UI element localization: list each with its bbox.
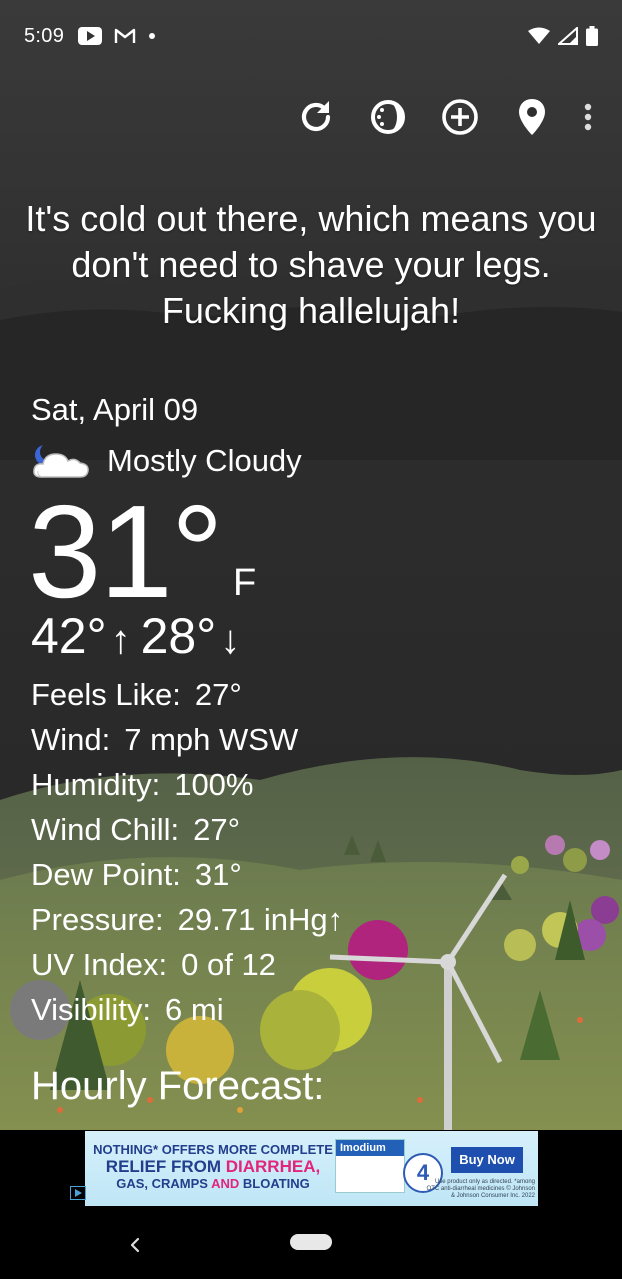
battery-icon xyxy=(586,26,598,46)
stat-value: 31° xyxy=(194,857,242,892)
ad-product-image: Imodium xyxy=(335,1139,405,1193)
stat-value: 100% xyxy=(174,767,254,802)
stat-label: Wind: xyxy=(31,722,111,757)
stat-wind-chill: Wind Chill: 27° xyxy=(31,807,343,852)
status-bar: 5:09 xyxy=(0,0,622,72)
weather-stats: Feels Like: 27° Wind: 7 mph WSW Humidity: 1… xyxy=(31,672,343,1032)
ad-line-1: NOTHING* OFFERS MORE COMPLETE xyxy=(93,1142,333,1157)
status-notification-icons xyxy=(78,27,156,45)
refresh-icon xyxy=(301,101,331,132)
stat-visibility: Visibility: 6 mi xyxy=(31,987,343,1032)
stat-label: Wind Chill: xyxy=(31,812,180,847)
stat-label: Visibility: xyxy=(31,992,152,1027)
ad-choices-icon[interactable] xyxy=(70,1186,86,1200)
ad-line-2b: DIARRHEA, xyxy=(225,1157,321,1176)
more-options-button[interactable] xyxy=(568,88,608,146)
stat-label: Dew Point: xyxy=(31,857,181,892)
dot-icon xyxy=(149,33,156,39)
low-arrow: ↓ xyxy=(220,618,241,662)
stat-uv-index: UV Index: 0 of 12 xyxy=(31,942,343,987)
toolbar xyxy=(280,88,608,146)
location-button[interactable] xyxy=(496,88,568,146)
stat-label: Feels Like: xyxy=(31,677,181,712)
add-location-button[interactable] xyxy=(424,88,496,146)
stat-value: 27° xyxy=(194,677,242,712)
stat-value: 27° xyxy=(193,812,241,847)
ad-line-2a: RELIEF FROM xyxy=(105,1157,222,1176)
ad-line-3b: AND xyxy=(211,1176,240,1191)
stat-humidity: Humidity: 100% xyxy=(31,762,343,807)
stat-feels-like: Feels Like: 27° xyxy=(31,672,343,717)
theme-icon xyxy=(371,100,405,134)
stat-value: 6 mi xyxy=(165,992,224,1027)
high-temperature: 42° xyxy=(31,608,107,664)
weather-app-screen: 5:09 It's cold out there, which means yo… xyxy=(0,0,622,1279)
status-system-icons xyxy=(528,26,598,46)
stat-label: UV Index: xyxy=(31,947,168,982)
ad-line-2: RELIEF FROM DIARRHEA, xyxy=(93,1158,333,1175)
navigation-bar xyxy=(0,1212,622,1279)
home-pill[interactable] xyxy=(290,1234,332,1250)
stat-value: 7 mph WSW xyxy=(124,722,299,757)
condition-text: Mostly Cloudy xyxy=(107,443,302,478)
stat-value: 0 of 12 xyxy=(181,947,276,982)
hourly-forecast-title: Hourly Forecast: xyxy=(31,1064,325,1108)
theme-button[interactable] xyxy=(352,88,424,146)
back-icon[interactable] xyxy=(120,1230,150,1260)
ad-banner[interactable]: NOTHING* OFFERS MORE COMPLETE RELIEF FRO… xyxy=(85,1131,538,1206)
high-arrow: ↑ xyxy=(110,618,131,662)
add-location-icon xyxy=(442,99,478,135)
stat-dew-point: Dew Point: 31° xyxy=(31,852,343,897)
gmail-icon xyxy=(114,28,136,43)
cell-signal-icon xyxy=(558,27,578,45)
ad-line-3: GAS, CRAMPS AND BLOATING xyxy=(93,1175,333,1192)
refresh-button[interactable] xyxy=(280,88,352,146)
ad-headline: NOTHING* OFFERS MORE COMPLETE RELIEF FRO… xyxy=(93,1141,333,1192)
forecast-date: Sat, April 09 xyxy=(31,392,199,427)
ad-line-3a: GAS, CRAMPS xyxy=(116,1176,208,1191)
weather-quote: It's cold out there, which means you don… xyxy=(25,198,597,331)
ad-line-3c: BLOATING xyxy=(242,1176,310,1191)
temperature-unit: F xyxy=(233,562,257,604)
wifi-icon xyxy=(528,27,550,44)
stat-value: 29.71 inHg↑ xyxy=(177,902,344,937)
status-time: 5:09 xyxy=(24,24,65,47)
low-temperature: 28° xyxy=(140,608,217,664)
high-low-row: 42° ↑ 28° ↓ xyxy=(31,608,250,668)
ad-product-name: Imodium xyxy=(336,1140,404,1156)
ad-fine-print: Use product only as directed. *among OTC… xyxy=(426,1179,535,1199)
stat-label: Pressure: xyxy=(31,902,164,937)
stat-wind: Wind: 7 mph WSW xyxy=(31,717,343,762)
current-temperature: 31° xyxy=(28,478,224,625)
more-vert-icon xyxy=(584,103,592,131)
stat-label: Humidity: xyxy=(31,767,161,802)
location-pin-icon xyxy=(519,99,545,135)
partly-cloudy-night-icon xyxy=(33,443,89,478)
stat-pressure: Pressure: 29.71 inHg↑ xyxy=(31,897,343,942)
ad-buy-now-button[interactable]: Buy Now xyxy=(451,1147,523,1173)
youtube-icon xyxy=(78,27,103,45)
